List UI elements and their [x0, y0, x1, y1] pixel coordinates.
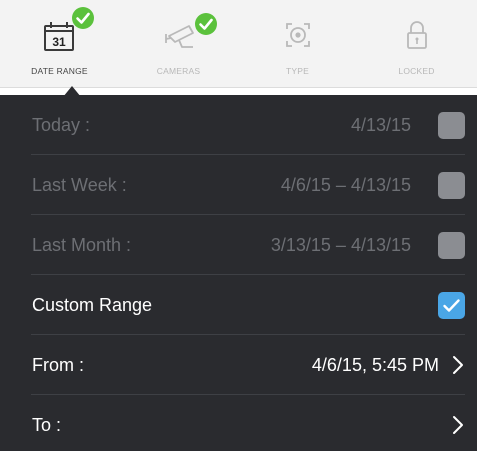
- custom-range-checkbox[interactable]: [438, 292, 465, 319]
- today-option-row[interactable]: Today : 4/13/15: [0, 95, 477, 155]
- to-date-row[interactable]: To :: [0, 395, 477, 451]
- tab-type[interactable]: TYPE: [238, 0, 357, 88]
- to-label: To :: [32, 415, 62, 435]
- tab-label-date-range: DATE RANGE: [31, 66, 88, 76]
- from-date-row[interactable]: From : 4/6/15, 5:45 PM: [0, 335, 477, 395]
- chevron-right-icon: [451, 355, 465, 375]
- tab-label-cameras: CAMERAS: [156, 66, 201, 76]
- last-month-label: Last Month :: [32, 235, 132, 255]
- from-datetime-value: 4/6/15, 5:45 PM: [311, 355, 439, 375]
- last-week-checkbox[interactable]: [438, 172, 465, 199]
- filter-tab-bar: 31 DATE RANGE CAMERAS TYPE LOCKED: [0, 0, 477, 88]
- date-range-screen: 31 DATE RANGE CAMERAS TYPE LOCKED Today …: [0, 0, 477, 451]
- tab-locked[interactable]: LOCKED: [357, 0, 476, 88]
- checkmark-badge-icon: [71, 6, 95, 30]
- today-label: Today :: [32, 115, 91, 135]
- date-range-options-list: Today : 4/13/15 Last Week : 4/6/15 – 4/1…: [0, 95, 477, 451]
- custom-range-label: Custom Range: [32, 295, 153, 315]
- last-month-option-row[interactable]: Last Month : 3/13/15 – 4/13/15: [0, 215, 477, 275]
- active-tab-pointer: [63, 86, 81, 97]
- motion-target-icon: [268, 10, 328, 56]
- checkmark-badge-icon: [194, 12, 218, 36]
- last-week-date-range-value: 4/6/15 – 4/13/15: [280, 175, 411, 195]
- last-month-date-range-value: 3/13/15 – 4/13/15: [270, 235, 411, 255]
- checkmark-icon: [443, 299, 460, 312]
- tab-label-type: TYPE: [285, 66, 309, 76]
- tab-label-locked: LOCKED: [398, 66, 435, 76]
- lock-icon: [387, 10, 447, 56]
- today-checkbox[interactable]: [438, 112, 465, 139]
- calendar-day-number: 31: [52, 35, 66, 49]
- last-week-option-row[interactable]: Last Week : 4/6/15 – 4/13/15: [0, 155, 477, 215]
- last-week-label: Last Week :: [32, 175, 127, 195]
- today-date-value: 4/13/15: [350, 115, 411, 135]
- custom-range-option-row[interactable]: Custom Range: [0, 275, 477, 335]
- tab-date-range[interactable]: 31 DATE RANGE: [0, 0, 119, 88]
- last-month-checkbox[interactable]: [438, 232, 465, 259]
- chevron-right-icon: [451, 415, 465, 435]
- from-label: From :: [32, 355, 84, 375]
- tab-cameras[interactable]: CAMERAS: [119, 0, 238, 88]
